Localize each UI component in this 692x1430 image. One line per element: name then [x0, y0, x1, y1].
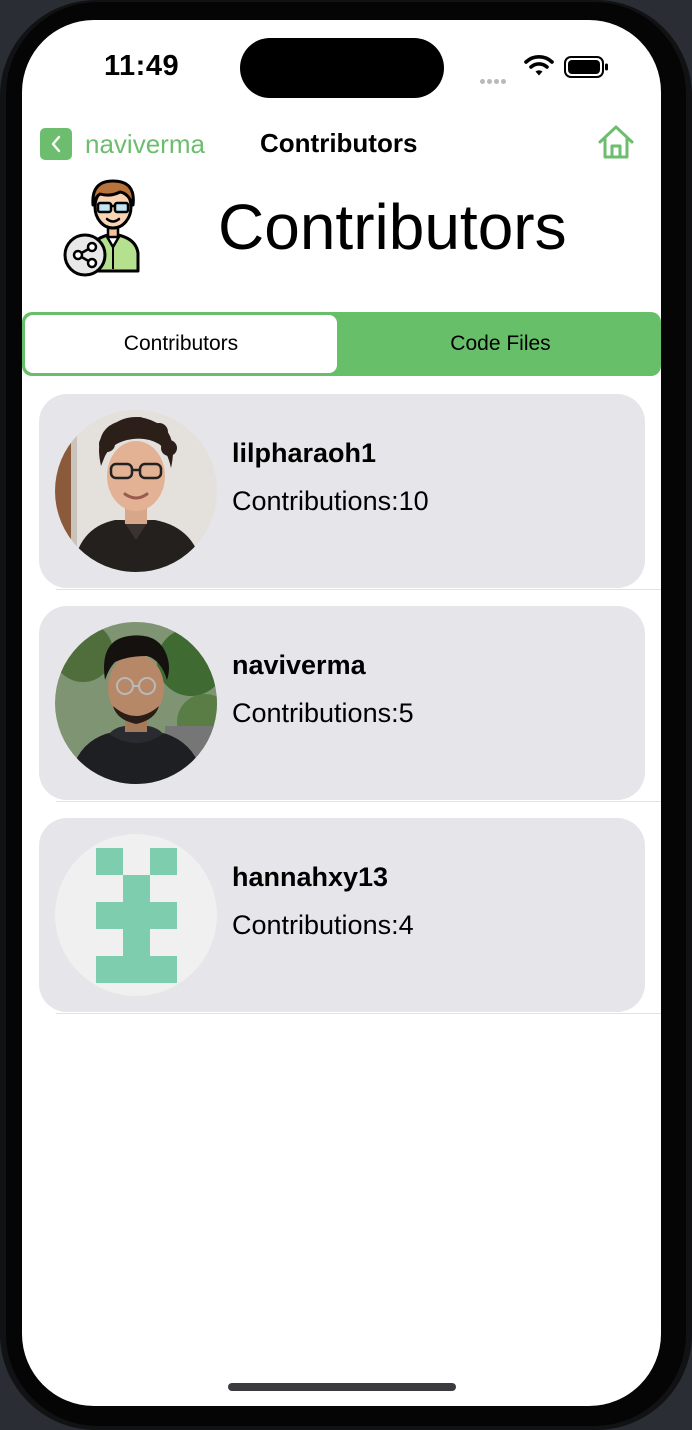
home-button[interactable]	[596, 122, 636, 162]
contribution-count: Contributions:4	[232, 910, 414, 940]
home-indicator[interactable]	[228, 1383, 456, 1391]
contributor-username: naviverma	[232, 650, 366, 680]
segmented-control: Contributors Code Files	[22, 312, 661, 376]
contributor-card[interactable]: naviverma Contributions:5	[39, 606, 645, 800]
avatar	[55, 410, 217, 572]
dynamic-island	[240, 38, 444, 98]
status-time: 11:49	[104, 50, 180, 82]
contributor-username: hannahxy13	[232, 862, 389, 892]
nav-title: Contributors	[260, 128, 418, 158]
contribution-count: Contributions:5	[232, 698, 414, 728]
avatar	[55, 834, 217, 996]
status-indicators	[480, 52, 630, 84]
row-divider	[56, 1013, 661, 1014]
back-button-label: naviverma	[85, 128, 205, 159]
chevron-left-icon	[40, 128, 72, 160]
contributor-username: lilpharaoh1	[232, 438, 377, 468]
contributor-share-icon	[63, 179, 140, 277]
avatar	[55, 622, 217, 784]
house-icon	[598, 125, 634, 159]
row-divider	[56, 589, 661, 590]
contributor-card[interactable]: hannahxy13 Contributions:4	[39, 818, 645, 1012]
cellular-signal-icon	[480, 71, 508, 89]
back-button[interactable]: naviverma	[40, 127, 205, 161]
battery-icon	[564, 56, 608, 78]
contributor-card[interactable]: lilpharaoh1 Contributions:10	[39, 394, 645, 588]
tab-contributors[interactable]: Contributors	[25, 315, 337, 373]
page-title: Contributors	[218, 191, 567, 263]
contribution-count: Contributions:10	[232, 486, 429, 516]
tab-code-files[interactable]: Code Files	[340, 315, 661, 373]
wifi-icon	[524, 55, 554, 76]
row-divider	[56, 801, 661, 802]
screen: 11:49 naviverma Contributors Contributor…	[22, 20, 661, 1406]
